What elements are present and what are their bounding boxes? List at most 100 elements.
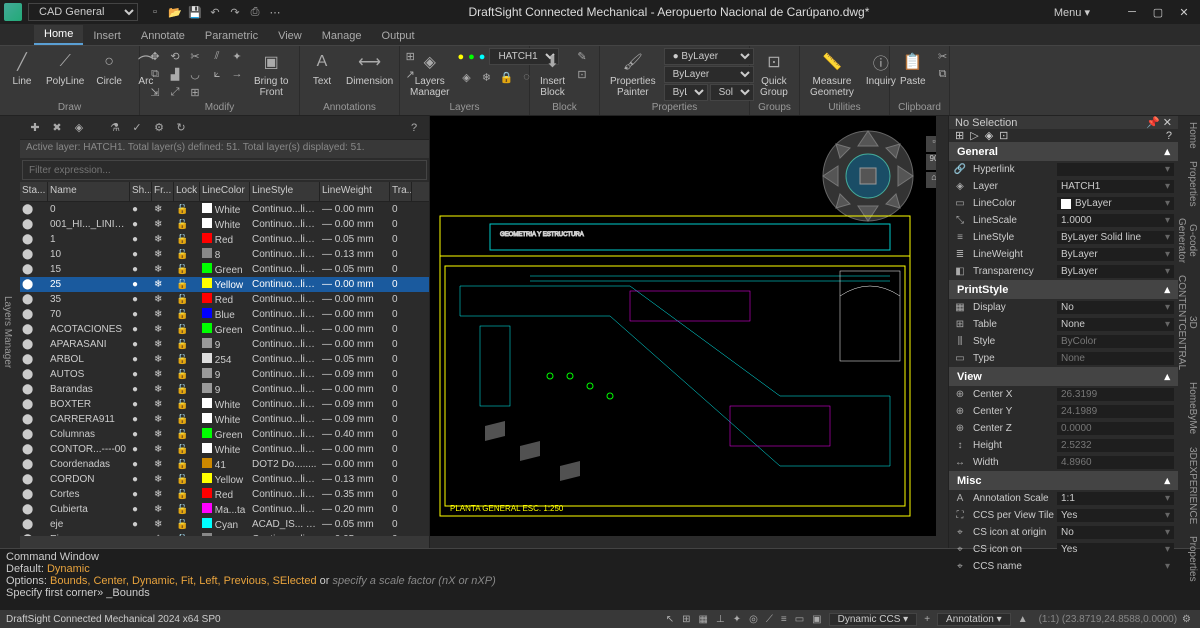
sb-polar-icon[interactable]: ✦ (730, 614, 744, 625)
tab-annotate[interactable]: Annotate (131, 27, 195, 45)
prop-section-view[interactable]: View▴ (949, 367, 1178, 386)
qat-save-icon[interactable]: 💾 (186, 3, 204, 21)
layer-row[interactable]: ⬤001_HI..._LINIEN●❄🔓 WhiteContinuo...lid… (20, 217, 429, 232)
qat-more-icon[interactable]: ⋯ (266, 3, 284, 21)
prop-pin-icon[interactable]: 📌 (1146, 117, 1160, 129)
tab-parametric[interactable]: Parametric (195, 27, 268, 45)
scale-icon[interactable]: ⤢ (166, 84, 184, 100)
prop-tool-2-icon[interactable]: ▷ (970, 129, 978, 142)
menu-button[interactable]: Menu ▾ (1054, 6, 1090, 19)
prop-tool-4-icon[interactable]: ⊡ (999, 129, 1008, 142)
tab-manage[interactable]: Manage (312, 27, 372, 45)
chamfer-icon[interactable]: ⟀ (208, 66, 226, 82)
layer-row[interactable]: ⬤35●❄🔓 RedContinuo...lid line— 0.00 mm0 (20, 292, 429, 307)
properties-painter[interactable]: 🖌Properties Painter (606, 48, 660, 100)
sb-ortho-icon[interactable]: ⊥ (713, 614, 728, 625)
layer-freeze-icon[interactable]: ❄ (477, 69, 495, 85)
sb-snap-icon[interactable]: ⊞ (679, 614, 693, 625)
layer-iso-icon[interactable]: ◈ (457, 69, 475, 85)
layer-row[interactable]: ⬤Cubierta●❄🔓 Ma...taContinuo...lid line—… (20, 502, 429, 517)
paste-button[interactable]: 📋Paste (896, 48, 930, 89)
prop-row[interactable]: AAnnotation Scale1:1 ▾ (949, 490, 1178, 507)
sb-qinput-icon[interactable]: ▭ (792, 614, 807, 625)
layer-row[interactable]: ⬤70●❄🔓 BlueContinuo...lid line— 0.00 mm0 (20, 307, 429, 322)
prop-row[interactable]: ≣LineWeightByLayer ▾ (949, 246, 1178, 263)
sb-cursor-icon[interactable]: ↖ (663, 614, 677, 625)
qat-undo-icon[interactable]: ↶ (206, 3, 224, 21)
prop-help-icon[interactable]: ? (1166, 130, 1172, 142)
prop-row[interactable]: ⊕Center Z0.0000 (949, 420, 1178, 437)
prop-row[interactable]: ⊕Center Y24.1989 (949, 403, 1178, 420)
explode-icon[interactable]: ✦ (228, 48, 246, 64)
layer-row[interactable]: ⬤Coordenadas●❄🔓 41DOT2 Do........— 0.00 … (20, 457, 429, 472)
layer-check-icon[interactable]: ✓ (128, 119, 146, 137)
layer-row[interactable]: ⬤AUTOS●❄🔓 9Continuo...lid line— 0.09 mm0 (20, 367, 429, 382)
text-tool[interactable]: AText (306, 48, 338, 89)
prop-tool-3-icon[interactable]: ◈ (985, 129, 993, 142)
layer-row[interactable]: ⬤eje●❄🔓 CyanACAD_IS... _ _ .— 0.05 mm0 (20, 517, 429, 532)
tab-output[interactable]: Output (372, 27, 425, 45)
move-icon[interactable]: ✥ (146, 48, 164, 64)
prop-close-icon[interactable]: ✕ (1163, 117, 1172, 129)
rtab-homebyme[interactable]: HomeByMe (1178, 376, 1200, 440)
prop-tool-1-icon[interactable]: ⊞ (955, 129, 964, 142)
prop-section-general[interactable]: General▴ (949, 142, 1178, 161)
prop-row[interactable]: ⌖CCS name ▾ (949, 558, 1178, 575)
prop-row[interactable]: ▦DisplayNo ▾ (949, 299, 1178, 316)
layer-row[interactable]: ⬤CORDON●❄🔓 YellowContinuo...lid line— 0.… (20, 472, 429, 487)
copy-icon[interactable]: ⧉ (146, 66, 164, 82)
block-attr-icon[interactable]: ⊡ (573, 66, 591, 82)
prop-row[interactable]: ◈LayerHATCH1 ▾ (949, 178, 1178, 195)
prop-row[interactable]: ▭LineColorByLayer ▾ (949, 195, 1178, 212)
color-dropdown[interactable]: ● ByLayer (664, 48, 754, 65)
dimension-tool[interactable]: ⟷Dimension (342, 48, 397, 89)
layer-row[interactable]: ⬤1●❄🔓 RedContinuo...lid line— 0.05 mm0 (20, 232, 429, 247)
layer-row[interactable]: ⬤Cortes●❄🔓 RedContinuo...lid line— 0.35 … (20, 487, 429, 502)
prop-row[interactable]: ↕Height2.5232 (949, 437, 1178, 454)
sb-model-icon[interactable]: ▣ (809, 614, 824, 625)
layer-row[interactable]: ⬤0●❄🔓 WhiteContinuo...lid line— 0.00 mm0 (20, 202, 429, 217)
fillet-icon[interactable]: ◡ (186, 66, 204, 82)
bring-to-front[interactable]: ▣Bring to Front (250, 48, 292, 100)
new-layer-icon[interactable]: ✚ (26, 119, 44, 137)
sb-grid-icon[interactable]: ▦ (696, 614, 711, 625)
layers-manager-button[interactable]: ◈Layers Manager (406, 48, 453, 100)
block-edit-icon[interactable]: ✎ (573, 48, 591, 64)
prop-row[interactable]: ≡LineStyleByLayer Solid line ▾ (949, 229, 1178, 246)
layer-row[interactable]: ⬤Barandas●❄🔓 9Continuo...lid line— 0.00 … (20, 382, 429, 397)
prop-row[interactable]: 🔗Hyperlink ▾ (949, 161, 1178, 178)
mirror-icon[interactable]: ▟ (166, 66, 184, 82)
layer-row[interactable]: ⬤ACOTACIONES●❄🔓 GreenContinuo...lid line… (20, 322, 429, 337)
canvas-hscroll[interactable] (430, 536, 948, 548)
layer-row[interactable]: ⬤10●❄🔓 8Continuo...lid line— 0.13 mm0 (20, 247, 429, 262)
offset-icon[interactable]: ⫽ (208, 48, 226, 64)
stretch-icon[interactable]: ⇲ (146, 84, 164, 100)
quick-group[interactable]: ⊡Quick Group (756, 48, 792, 100)
prop-row[interactable]: ▭TypeNone (949, 350, 1178, 367)
insert-block[interactable]: ⬇Insert Block (536, 48, 569, 100)
sb-anno-field[interactable]: Annotation ▾ (937, 613, 1011, 626)
layer-row[interactable]: ⬤APARASANI●❄🔓 9Continuo...lid line— 0.00… (20, 337, 429, 352)
linetype-dropdown[interactable]: ByLayer (664, 66, 754, 83)
prop-row[interactable]: ⛶CCS per View TileYes ▾ (949, 507, 1178, 524)
layer-state-icon[interactable]: ◈ (70, 119, 88, 137)
layer-refresh-icon[interactable]: ↻ (172, 119, 190, 137)
rtab-3dcc[interactable]: 3D CONTENTCENTRAL (1178, 269, 1200, 376)
prop-row[interactable]: ⤡LineScale1.0000 ▾ (949, 212, 1178, 229)
qat-print-icon[interactable]: ⎙ (246, 3, 264, 21)
rtab-home[interactable]: Home (1178, 116, 1200, 155)
sb-ccs-field[interactable]: Dynamic CCS ▾ (829, 613, 918, 626)
qat-redo-icon[interactable]: ↷ (226, 3, 244, 21)
linestyle-dropdown[interactable]: Solid line (710, 84, 754, 101)
lineweight-dropdown[interactable]: ByLayer (664, 84, 708, 101)
sb-etrack-icon[interactable]: ⟋ (763, 614, 776, 625)
cut-icon[interactable]: ✂ (934, 48, 952, 64)
prop-section-printstyle[interactable]: PrintStyle▴ (949, 280, 1178, 299)
rtab-properties[interactable]: Properties (1178, 155, 1200, 213)
delete-layer-icon[interactable]: ✖ (48, 119, 66, 137)
layer-settings-icon[interactable]: ⚙ (150, 119, 168, 137)
canvas-vscroll[interactable] (936, 116, 948, 536)
layer-row[interactable]: ⬤BOXTER●❄🔓 WhiteContinuo...lid line— 0.0… (20, 397, 429, 412)
rotate-icon[interactable]: ⟲ (166, 48, 184, 64)
layer-row[interactable]: ⬤CARRERA911●❄🔓 WhiteContinuo...lid line—… (20, 412, 429, 427)
